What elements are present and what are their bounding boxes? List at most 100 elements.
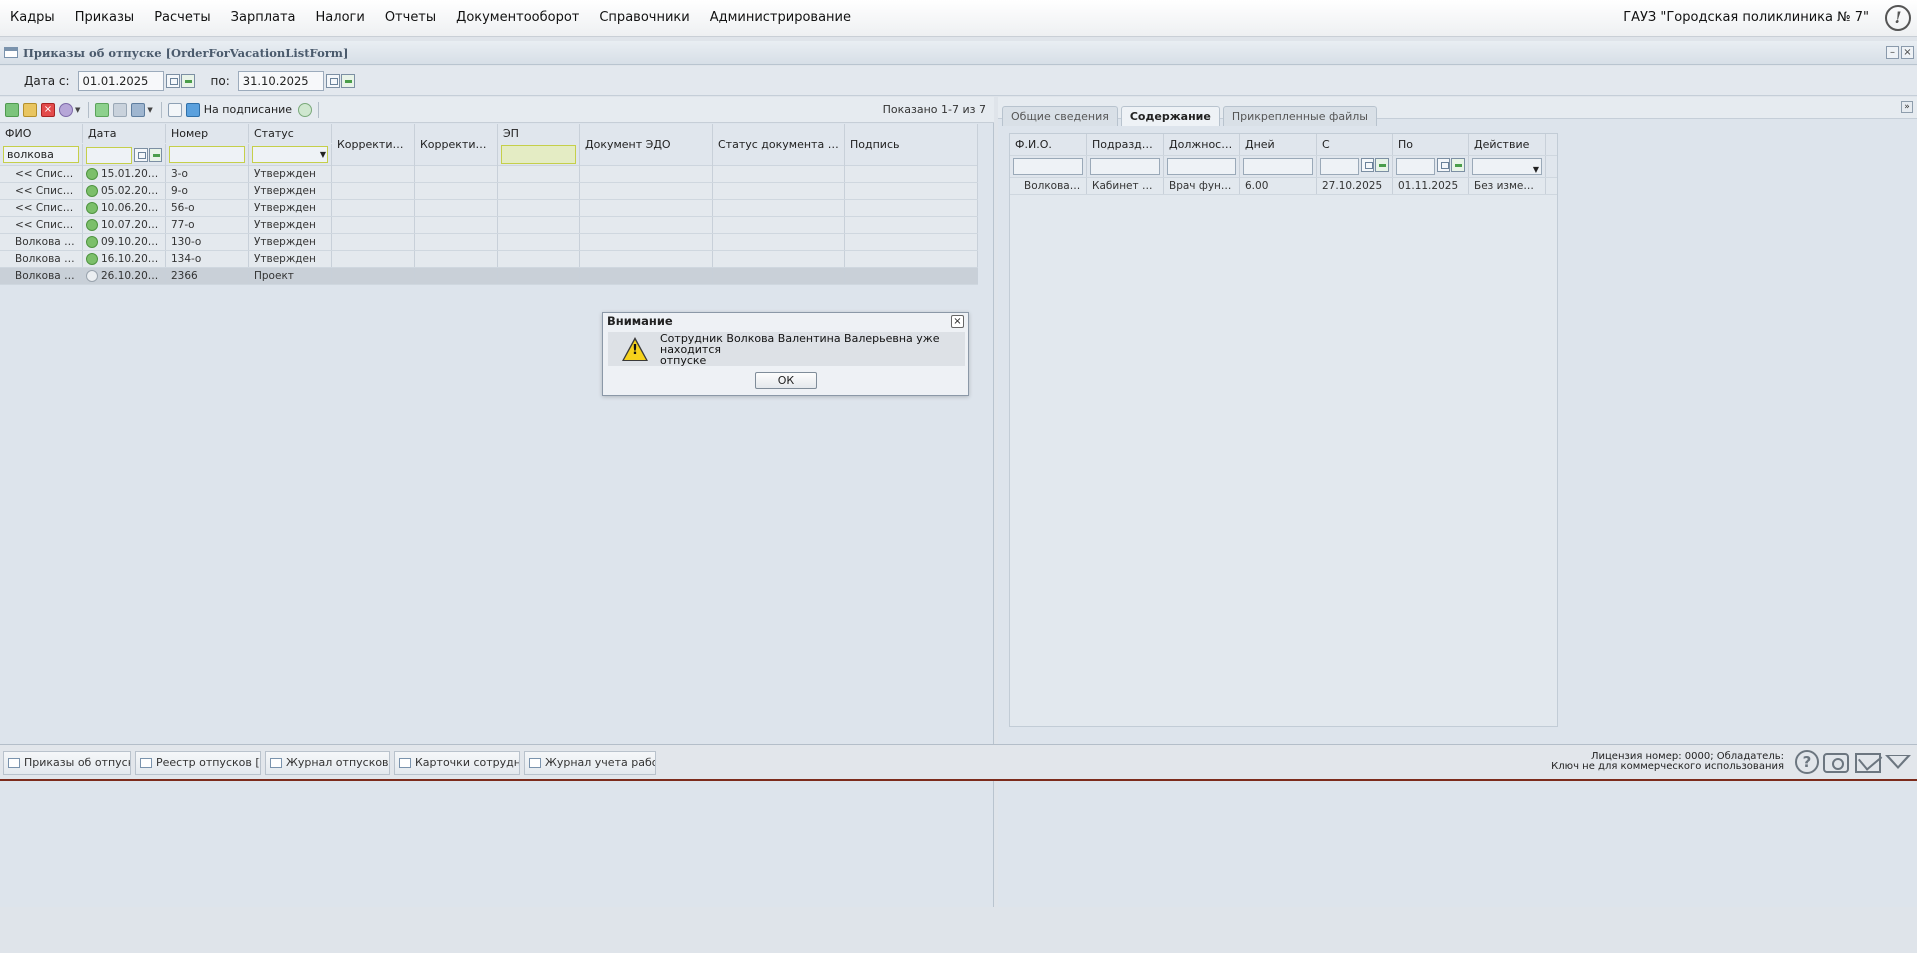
tab-content[interactable]: Содержание (1120, 106, 1220, 126)
filter-fio-input[interactable]: волкова (3, 146, 79, 163)
close-icon[interactable]: × (951, 315, 964, 328)
cell-days: 6.00 (1240, 178, 1317, 194)
menu-prikazy[interactable]: Приказы (65, 0, 144, 37)
menu-spravochniki[interactable]: Справочники (589, 0, 699, 37)
calendar-icon[interactable] (1436, 158, 1451, 172)
date-to-input[interactable]: 31.10.2025 (237, 70, 324, 91)
filter-date-input[interactable] (86, 146, 133, 164)
clear-date-icon[interactable] (148, 148, 162, 162)
delete-icon[interactable]: × (41, 102, 55, 117)
mail-icon[interactable] (1855, 753, 1881, 773)
edit-icon[interactable] (23, 102, 37, 117)
ok-button[interactable]: ОК (755, 372, 817, 389)
header-days[interactable]: Дней (1240, 134, 1317, 155)
filter-status-select[interactable]: ▼ (252, 146, 328, 163)
table-row[interactable]: Волкова Вале... 09.10.2025 130-оУтвержден (0, 234, 978, 251)
minimize-icon[interactable]: – (1886, 46, 1899, 59)
table-row[interactable]: << Список >> 05.02.2025 9-оУтвержден (0, 183, 978, 200)
menu-administrirovanie[interactable]: Администрирование (700, 0, 861, 37)
header-department[interactable]: Подразделение (1087, 134, 1164, 155)
approve-icon[interactable] (95, 102, 110, 117)
table-row[interactable]: Волкова Ва... Кабинет функ... Врач функц… (1010, 178, 1557, 195)
header-signature[interactable]: Подпись (845, 124, 978, 166)
send-to-sign-button[interactable]: На подписание (204, 103, 292, 116)
add-icon[interactable] (5, 102, 19, 117)
table-row[interactable]: Волкова Вале... 26.10.2025 2366Проект (0, 268, 978, 285)
filter-days-input[interactable] (1243, 158, 1313, 175)
help-icon[interactable]: ? (1795, 750, 1819, 774)
header-ep[interactable]: ЭП (498, 124, 579, 143)
menu-otchety[interactable]: Отчеты (375, 0, 446, 37)
calendar-icon[interactable] (325, 73, 340, 88)
settings-icon[interactable] (59, 102, 73, 117)
task-vacation-journal[interactable]: Журнал отпусков [Curr... (265, 751, 390, 775)
clear-date-icon[interactable] (1451, 158, 1465, 172)
header-correcting[interactable]: Корректирующ... (415, 124, 498, 166)
table-row[interactable]: Волкова Вале... 16.10.2025 134-оУтвержден (0, 251, 978, 268)
task-vacation-orders[interactable]: Приказы об отпуске [Or... (3, 751, 131, 775)
table-row[interactable]: << Список >> 10.06.2025 56-оУтвержден (0, 200, 978, 217)
refresh-icon[interactable] (298, 102, 313, 117)
header-edo-document[interactable]: Документ ЭДО (580, 124, 713, 166)
table-row[interactable]: << Список >> 10.07.2025 77-оУтвержден (0, 217, 978, 234)
cell-date-text: 26.10.2025 (101, 270, 162, 282)
send-to-sign-icon[interactable] (185, 102, 200, 117)
filter-ep-input[interactable] (501, 145, 576, 164)
task-label: Приказы об отпуске [Or... (24, 756, 130, 769)
tab-attachments[interactable]: Прикрепленные файлы (1222, 106, 1377, 126)
cell-number: 9-о (166, 183, 249, 199)
clear-date-icon[interactable] (1375, 158, 1389, 172)
clear-date-icon[interactable] (180, 73, 195, 88)
filter-to-input[interactable] (1396, 158, 1435, 175)
cell-empty (713, 166, 845, 182)
tab-general[interactable]: Общие сведения (1002, 106, 1118, 126)
header-date[interactable]: Дата (83, 124, 166, 143)
dropdown-arrow-icon[interactable]: ▼ (75, 106, 80, 114)
menu-raschety[interactable]: Расчеты (144, 0, 220, 37)
calendar-icon[interactable] (165, 73, 180, 88)
menu-kadry[interactable]: Кадры (0, 0, 65, 37)
document-icon[interactable] (167, 102, 182, 117)
clear-date-icon[interactable] (340, 73, 355, 88)
date-from-input[interactable]: 01.01.2025 (77, 70, 164, 91)
table-row[interactable]: << Список >> 15.01.2025 3-оУтвержден (0, 166, 978, 183)
filter-from-input[interactable] (1320, 158, 1359, 175)
print-icon[interactable] (131, 102, 146, 117)
filter-position-input[interactable] (1167, 158, 1236, 175)
cell-from: 27.10.2025 (1317, 178, 1393, 194)
header-fio[interactable]: Ф.И.О. (1010, 134, 1087, 155)
filter-department-input[interactable] (1090, 158, 1160, 175)
header-fio[interactable]: ФИО (0, 124, 83, 143)
close-icon[interactable]: × (1901, 46, 1914, 59)
header-to[interactable]: По (1393, 134, 1469, 155)
header-number[interactable]: Номер (166, 124, 249, 143)
unapprove-icon[interactable] (113, 102, 128, 117)
header-from[interactable]: С (1317, 134, 1393, 155)
approved-icon (86, 185, 98, 197)
task-employee-cards[interactable]: Карточки сотрудников [... (394, 751, 520, 775)
task-vacation-registry[interactable]: Реестр отпусков [Vacat... (135, 751, 261, 775)
chevron-down-icon: ▼ (1532, 165, 1539, 174)
info-icon[interactable]: ! (1885, 5, 1911, 31)
menu-nalogi[interactable]: Налоги (306, 0, 375, 37)
menu-zarplata[interactable]: Зарплата (221, 0, 306, 37)
dropdown-arrow-icon[interactable]: ▼ (147, 106, 152, 114)
calendar-icon[interactable] (134, 148, 148, 162)
header-action[interactable]: Действие (1469, 134, 1546, 155)
menu-dokumentooborot[interactable]: Документооборот (446, 0, 589, 37)
header-corrected[interactable]: Корректируемы... (332, 124, 415, 166)
camera-icon[interactable] (1823, 753, 1849, 773)
cell-date-text: 16.10.2025 (101, 253, 162, 265)
header-position[interactable]: Должность (1164, 134, 1240, 155)
cell-empty (713, 217, 845, 233)
filter-fio-input[interactable] (1013, 158, 1083, 175)
header-edo-status[interactable]: Статус документа ЭДО (713, 124, 845, 166)
chevron-down-icon[interactable] (1885, 755, 1911, 769)
filter-number-input[interactable] (169, 146, 245, 163)
expand-icon[interactable]: » (1901, 101, 1913, 113)
task-worktime-journal[interactable]: Журнал учета рабочего ... (524, 751, 656, 775)
calendar-icon[interactable] (1360, 158, 1375, 172)
header-status[interactable]: Статус (249, 124, 332, 143)
filter-cell (1087, 156, 1164, 177)
filter-action-select[interactable]: ▼ (1472, 158, 1542, 175)
